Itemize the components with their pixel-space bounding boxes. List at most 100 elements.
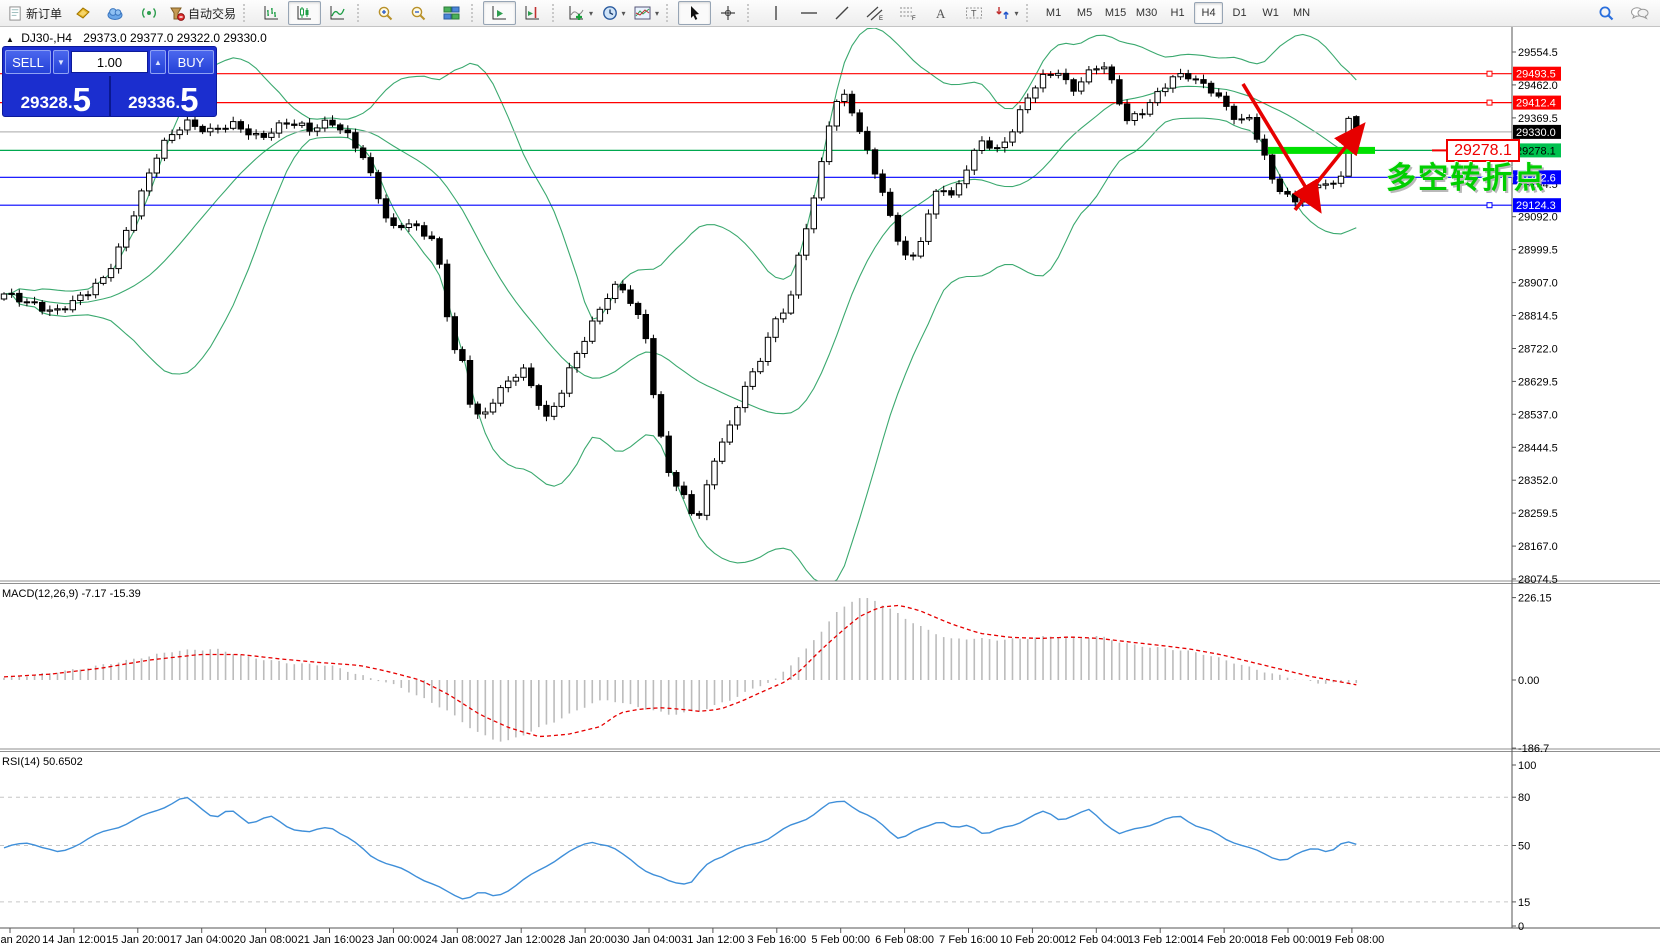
candle-body: [200, 126, 205, 131]
tile-windows-icon: [443, 5, 460, 21]
candle-body: [185, 120, 190, 130]
timeframe-button-h1[interactable]: H1: [1163, 2, 1192, 24]
timeframe-button-d1[interactable]: D1: [1225, 2, 1254, 24]
timeframe-button-m1[interactable]: M1: [1039, 2, 1068, 24]
signals-button[interactable]: [132, 1, 165, 25]
candlestick-mode-button[interactable]: [288, 1, 321, 25]
candle-body: [781, 313, 786, 319]
candle-body: [1224, 96, 1229, 106]
search-button[interactable]: [1590, 1, 1623, 25]
candle-body: [147, 173, 152, 191]
horizontal-line-tool[interactable]: [792, 1, 825, 25]
price-line-handle[interactable]: [1487, 100, 1492, 105]
time-tick-label: 20 Jan 08:00: [234, 934, 298, 946]
autotrading-button[interactable]: 自动交易: [165, 1, 240, 25]
text-label-tool[interactable]: T: [957, 1, 990, 25]
buy-price[interactable]: 29336. 5: [111, 76, 217, 116]
timeframe-button-m15[interactable]: M15: [1101, 2, 1130, 24]
bar-chart-mode-button[interactable]: [255, 1, 288, 25]
market-watch-button[interactable]: [66, 1, 99, 25]
auto-scroll-button[interactable]: [483, 1, 516, 25]
candle-body: [1193, 79, 1198, 80]
volume-input[interactable]: 1.00: [71, 51, 148, 73]
candle-body: [223, 128, 228, 129]
candle-body: [399, 226, 404, 228]
line-chart-mode-button[interactable]: [321, 1, 354, 25]
candle-body: [414, 224, 419, 226]
autotrading-label: 自动交易: [188, 5, 236, 22]
dropdown-caret: ▾: [589, 9, 593, 18]
price-badge-label: 29412.4: [1516, 98, 1556, 110]
timeframe-button-mn[interactable]: MN: [1287, 2, 1316, 24]
candle-body: [192, 120, 197, 126]
periods-button[interactable]: ▾: [597, 1, 630, 25]
candle-body: [391, 218, 396, 226]
candle-body: [1239, 119, 1244, 120]
candle-body: [315, 128, 320, 131]
price-badge-label: 29330.0: [1516, 127, 1556, 139]
toolbar-grip: [471, 4, 480, 22]
candle-body: [551, 406, 556, 416]
candle-body: [490, 403, 495, 412]
community-button[interactable]: [99, 1, 132, 25]
chart-shift-button[interactable]: [516, 1, 549, 25]
candle-body: [101, 278, 106, 284]
candle-body: [758, 361, 763, 371]
tile-windows-button[interactable]: [435, 1, 468, 25]
zoom-in-button[interactable]: [369, 1, 402, 25]
candle-body: [972, 150, 977, 170]
toolbar-grip: [552, 4, 561, 22]
zoom-out-button[interactable]: [402, 1, 435, 25]
candle-body: [544, 405, 549, 416]
buy-button[interactable]: BUY: [168, 50, 214, 74]
candle-body: [804, 229, 809, 255]
volume-decrease-button[interactable]: ▼: [53, 50, 69, 74]
pivot-annotation-text[interactable]: 多空转折点: [1386, 153, 1546, 197]
text-tool[interactable]: A: [924, 1, 957, 25]
equidistant-channel-tool[interactable]: E: [858, 1, 891, 25]
candle-body: [78, 295, 83, 300]
candle-body: [498, 388, 503, 404]
fibonacci-tool[interactable]: F: [891, 1, 924, 25]
candle-body: [1056, 73, 1061, 75]
candle-body: [681, 486, 686, 495]
timeframe-bar: M1M5M15M30H1H4D1W1MN: [1038, 2, 1317, 24]
templates-button[interactable]: ▾: [630, 1, 663, 25]
time-tick-label: 7 Feb 16:00: [939, 934, 998, 946]
candle-body: [613, 284, 618, 298]
volume-increase-button[interactable]: ▲: [150, 50, 166, 74]
timeframe-button-m30[interactable]: M30: [1132, 2, 1161, 24]
price-line-handle[interactable]: [1487, 71, 1492, 76]
candle-body: [842, 94, 847, 101]
time-tick-label: 10 Feb 20:00: [1000, 934, 1065, 946]
time-tick-label: 6 Feb 08:00: [875, 934, 934, 946]
candle-body: [85, 295, 90, 296]
vertical-line-tool[interactable]: [759, 1, 792, 25]
sell-button[interactable]: SELL: [5, 50, 51, 74]
price-tick-label: 28629.5: [1518, 376, 1558, 388]
crosshair-tool-button[interactable]: [711, 1, 744, 25]
candlestick-icon: [296, 5, 313, 21]
trendline-tool[interactable]: [825, 1, 858, 25]
cursor-tool-button[interactable]: [678, 1, 711, 25]
candle-body: [926, 214, 931, 241]
time-tick-label: 13 Jan 2020: [0, 934, 40, 946]
timeframe-button-h4[interactable]: H4: [1194, 2, 1223, 24]
candle-body: [116, 247, 121, 269]
price-line-handle[interactable]: [1487, 203, 1492, 208]
price-tick-label: 28074.5: [1518, 574, 1558, 586]
price-tick-label: 28444.5: [1518, 442, 1558, 454]
timeframe-button-m5[interactable]: M5: [1070, 2, 1099, 24]
chat-button[interactable]: [1623, 1, 1656, 25]
macd-indicator-label: MACD(12,26,9) -7.17 -15.39: [2, 588, 141, 600]
candle-body: [1247, 118, 1252, 119]
timeframe-button-w1[interactable]: W1: [1256, 2, 1285, 24]
new-order-button[interactable]: 新订单: [4, 1, 66, 25]
candle-body: [460, 350, 465, 361]
arrows-tool[interactable]: ▾: [990, 1, 1023, 25]
candle-body: [849, 94, 854, 113]
candle-body: [307, 123, 312, 131]
sell-price[interactable]: 29328. 5: [3, 76, 109, 116]
candle-body: [47, 310, 52, 311]
indicators-button[interactable]: ▾: [564, 1, 597, 25]
